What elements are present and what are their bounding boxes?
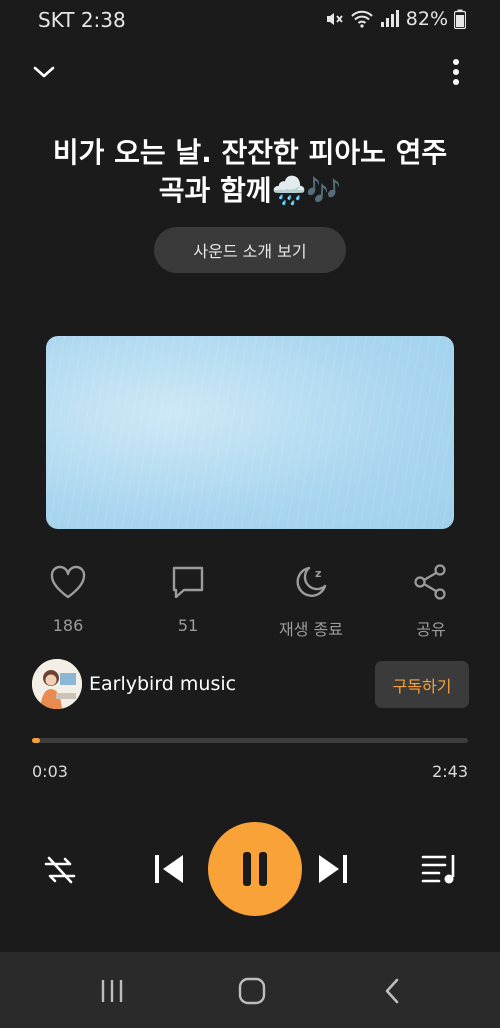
previous-track-icon[interactable]	[152, 851, 188, 887]
current-time: 0:03	[32, 762, 68, 781]
heart-icon	[28, 560, 108, 604]
sound-intro-button[interactable]: 사운드 소개 보기	[154, 227, 346, 273]
recents-icon[interactable]	[92, 974, 132, 1008]
collapse-chevron-down-icon[interactable]	[30, 58, 58, 86]
signal-icon	[380, 10, 400, 28]
comment-icon	[148, 560, 228, 604]
moon-icon: z	[270, 560, 352, 604]
pause-icon	[243, 852, 267, 886]
more-options-icon[interactable]	[444, 56, 468, 90]
channel-avatar[interactable]	[32, 659, 82, 709]
progress-fill	[32, 738, 40, 743]
mute-icon	[324, 9, 344, 29]
channel-name[interactable]: Earlybird music	[89, 673, 236, 695]
share-label: 공유	[416, 620, 446, 639]
share-button[interactable]: 공유	[391, 560, 471, 640]
page-title: 비가 오는 날. 잔잔한 피아노 연주곡과 함께🌧️🎶	[52, 136, 448, 207]
battery-icon	[454, 9, 466, 29]
comment-button[interactable]: 51	[148, 560, 228, 635]
home-icon[interactable]	[232, 974, 272, 1008]
back-icon[interactable]	[372, 974, 412, 1008]
pause-button[interactable]	[208, 822, 302, 916]
comment-count: 51	[177, 616, 199, 635]
sleep-timer-button[interactable]: z 재생 종료	[270, 560, 352, 640]
subscribe-button[interactable]: 구독하기	[375, 661, 469, 708]
wifi-icon	[350, 9, 374, 29]
like-button[interactable]: 186	[28, 560, 108, 635]
status-icons: 82%	[324, 8, 466, 30]
sleep-timer-label: 재생 종료	[279, 620, 343, 639]
carrier-time: SKT 2:38	[38, 8, 126, 32]
total-time: 2:43	[432, 762, 468, 781]
svg-text:z: z	[315, 567, 321, 580]
battery-percent: 82%	[405, 8, 448, 30]
playlist-icon[interactable]	[420, 851, 460, 887]
next-track-icon[interactable]	[314, 851, 350, 887]
progress-track[interactable]	[32, 738, 468, 743]
share-icon	[391, 560, 471, 604]
status-bar: SKT 2:38 82%	[0, 0, 500, 40]
like-count: 186	[52, 616, 84, 635]
system-nav-bar	[0, 952, 500, 1028]
album-artwork	[46, 336, 454, 529]
repeat-icon[interactable]	[40, 850, 80, 890]
